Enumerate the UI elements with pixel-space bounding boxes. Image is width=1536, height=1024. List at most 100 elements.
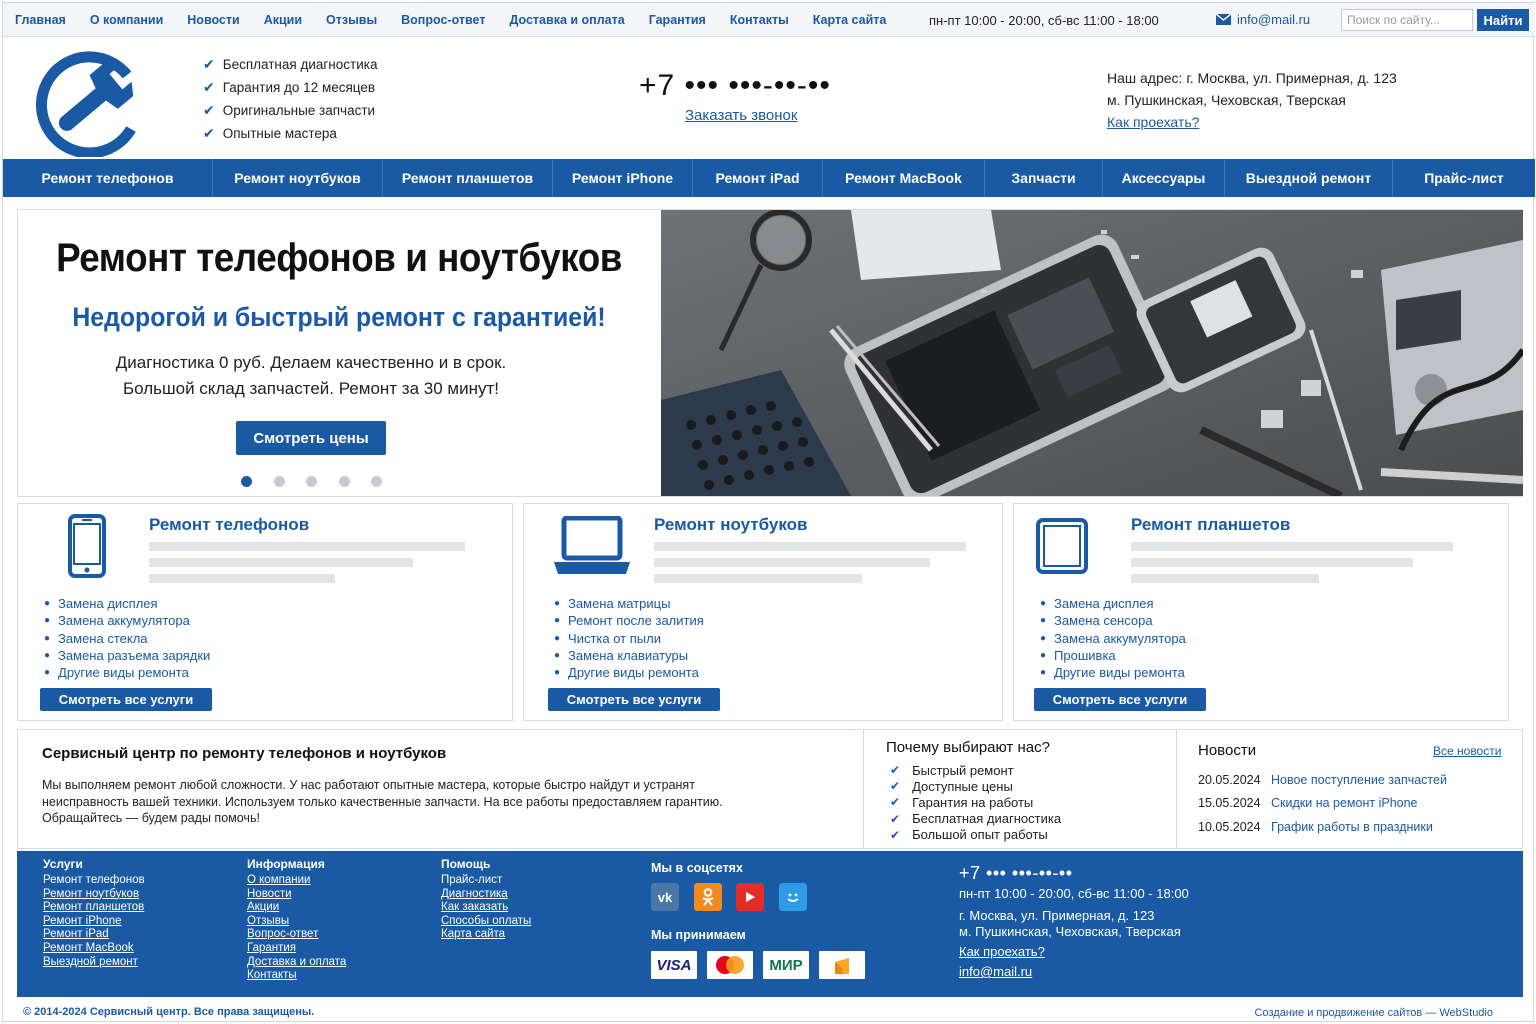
- card-title[interactable]: Ремонт планшетов: [1131, 515, 1290, 535]
- mainnav-item[interactable]: Прайс-лист: [1393, 159, 1535, 197]
- odnoklassniki-icon[interactable]: [693, 883, 722, 911]
- service-list-item[interactable]: ● Замена аккумулятора: [44, 612, 210, 629]
- mail-icon: [1216, 14, 1231, 25]
- service-list-item[interactable]: ● Замена дисплея: [1040, 595, 1186, 612]
- topnav-link[interactable]: Гарантия: [649, 13, 706, 27]
- service-link-text: Другие виды ремонта: [58, 665, 189, 681]
- smile-icon[interactable]: [778, 883, 807, 911]
- footer-link[interactable]: Вопрос-ответ: [247, 928, 346, 942]
- mainnav-item[interactable]: Аксессуары: [1103, 159, 1225, 197]
- footer-link[interactable]: Выездной ремонт: [43, 956, 145, 970]
- bullet-icon: ●: [1040, 632, 1047, 644]
- search-input[interactable]: [1341, 9, 1473, 31]
- footer-email-link[interactable]: info@mail.ru: [959, 964, 1189, 980]
- service-list: ● Замена матрицы ● Ремонт после залития ● Чис…: [554, 595, 704, 681]
- mainnav-item[interactable]: Ремонт iPad: [693, 159, 823, 197]
- vk-icon[interactable]: vk: [651, 883, 679, 911]
- view-all-services-button[interactable]: Смотреть все услуги: [40, 688, 212, 711]
- check-icon: ✔: [890, 779, 901, 794]
- footer-link[interactable]: Диагностика: [441, 888, 531, 902]
- about-title: Сервисный центр по ремонту телефонов и н…: [42, 745, 447, 762]
- footer-link[interactable]: Доставка и оплата: [247, 956, 346, 970]
- mainnav-item[interactable]: Ремонт iPhone: [553, 159, 693, 197]
- footer-item[interactable]: Ремонт телефонов: [43, 874, 145, 888]
- topnav-link[interactable]: Главная: [15, 13, 66, 27]
- slider-dot[interactable]: [273, 476, 285, 487]
- slider-dot[interactable]: [338, 476, 350, 487]
- working-hours: пн-пт 10:00 - 20:00, сб-вс 11:00 - 18:00: [929, 13, 1159, 28]
- logo-wrench-icon[interactable]: [35, 45, 151, 162]
- news-link[interactable]: График работы в праздники: [1271, 820, 1433, 834]
- topnav-link[interactable]: Вопрос-ответ: [401, 13, 485, 27]
- mainnav-item[interactable]: Запчасти: [985, 159, 1103, 197]
- service-list-item[interactable]: ● Замена матрицы: [554, 595, 704, 612]
- service-list-item[interactable]: ● Замена дисплея: [44, 595, 210, 612]
- card-title[interactable]: Ремонт телефонов: [149, 515, 309, 535]
- news-link[interactable]: Скидки на ремонт iPhone: [1271, 796, 1418, 810]
- search-button[interactable]: Найти: [1477, 9, 1529, 31]
- footer-link[interactable]: Новости: [247, 888, 346, 902]
- footer-link[interactable]: Ремонт ноутбуков: [43, 888, 145, 902]
- footer-link[interactable]: Ремонт MacBook: [43, 942, 145, 956]
- youtube-icon[interactable]: [736, 883, 764, 911]
- service-list-item[interactable]: ● Замена аккумулятора: [1040, 630, 1186, 647]
- service-list-item[interactable]: ● Чистка от пыли: [554, 630, 704, 647]
- view-prices-button[interactable]: Смотреть цены: [236, 421, 386, 455]
- service-list-item[interactable]: ● Другие виды ремонта: [1040, 664, 1186, 681]
- news-link[interactable]: Новое поступление запчастей: [1271, 773, 1447, 787]
- footer-heading: Помощь: [441, 857, 491, 871]
- studio-link[interactable]: Создание и продвижение сайтов — WebStudi…: [1255, 1007, 1493, 1019]
- top-email[interactable]: info@mail.ru: [1216, 12, 1310, 27]
- footer-link[interactable]: Как заказать: [441, 901, 531, 915]
- service-list-item[interactable]: ● Другие виды ремонта: [44, 664, 210, 681]
- text-placeholder: [1131, 574, 1319, 583]
- mainnav-item[interactable]: Ремонт планшетов: [383, 159, 553, 197]
- mainnav-item[interactable]: Ремонт ноутбуков: [213, 159, 383, 197]
- topnav-link[interactable]: Отзывы: [326, 13, 377, 27]
- card-title[interactable]: Ремонт ноутбуков: [654, 515, 807, 535]
- mainnav-item[interactable]: Ремонт MacBook: [823, 159, 985, 197]
- footer-phone[interactable]: +7 ••• •••-••-••: [959, 864, 1189, 882]
- topnav-link[interactable]: Карта сайта: [813, 13, 887, 27]
- slider-dot[interactable]: [306, 476, 317, 487]
- footer-item[interactable]: Прайс-лист: [441, 874, 531, 888]
- footer-link[interactable]: Гарантия: [247, 942, 346, 956]
- footer-link[interactable]: Ремонт iPhone: [43, 915, 145, 929]
- footer-metro: м. Пушкинская, Чеховская, Тверская: [959, 924, 1181, 939]
- topnav-link[interactable]: Новости: [187, 13, 239, 27]
- mainnav-item[interactable]: Ремонт телефонов: [3, 159, 213, 197]
- footer-route-link[interactable]: Как проехать?: [959, 944, 1189, 960]
- topnav-link[interactable]: Доставка и оплата: [509, 13, 624, 27]
- all-news-link[interactable]: Все новости: [1433, 744, 1501, 758]
- footer-link[interactable]: Контакты: [247, 969, 346, 983]
- topnav-link[interactable]: Акции: [264, 13, 302, 27]
- benefit-item: ✔ Оригинальные запчасти: [203, 99, 377, 122]
- metro-line: м. Пушкинская, Чеховская, Тверская: [1107, 92, 1346, 108]
- view-all-services-button[interactable]: Смотреть все услуги: [1034, 688, 1206, 711]
- hero-slider: Ремонт телефонов и ноутбуков Недорогой и…: [17, 209, 1523, 497]
- footer-link[interactable]: Акции: [247, 901, 346, 915]
- text-placeholder: [149, 542, 465, 551]
- footer-link[interactable]: Карта сайта: [441, 928, 531, 942]
- service-list-item[interactable]: ● Замена стекла: [44, 630, 210, 647]
- service-list-item[interactable]: ● Замена сенсора: [1040, 612, 1186, 629]
- service-list-item[interactable]: ● Другие виды ремонта: [554, 664, 704, 681]
- mainnav-item[interactable]: Выездной ремонт: [1225, 159, 1393, 197]
- view-all-services-button[interactable]: Смотреть все услуги: [548, 688, 720, 711]
- header-phone[interactable]: +7 ••• •••-••-••: [639, 69, 831, 103]
- service-list-item[interactable]: ● Замена клавиатуры: [554, 647, 704, 664]
- callback-link[interactable]: Заказать звонок: [685, 107, 797, 124]
- topnav-link[interactable]: О компании: [90, 13, 163, 27]
- slider-dot[interactable]: [371, 476, 382, 487]
- service-list-item[interactable]: ● Ремонт после залития: [554, 612, 704, 629]
- footer-link[interactable]: Отзывы: [247, 915, 346, 929]
- service-list-item[interactable]: ● Замена разъема зарядки: [44, 647, 210, 664]
- service-list-item[interactable]: ● Прошивка: [1040, 647, 1186, 664]
- topnav-link[interactable]: Контакты: [730, 13, 789, 27]
- route-link[interactable]: Как проехать?: [1107, 114, 1199, 130]
- footer-link[interactable]: Ремонт iPad: [43, 928, 145, 942]
- footer-link[interactable]: Способы оплаты: [441, 915, 531, 929]
- footer-link[interactable]: Ремонт планшетов: [43, 901, 145, 915]
- slider-dot[interactable]: [241, 476, 252, 487]
- footer-link[interactable]: О компании: [247, 874, 346, 888]
